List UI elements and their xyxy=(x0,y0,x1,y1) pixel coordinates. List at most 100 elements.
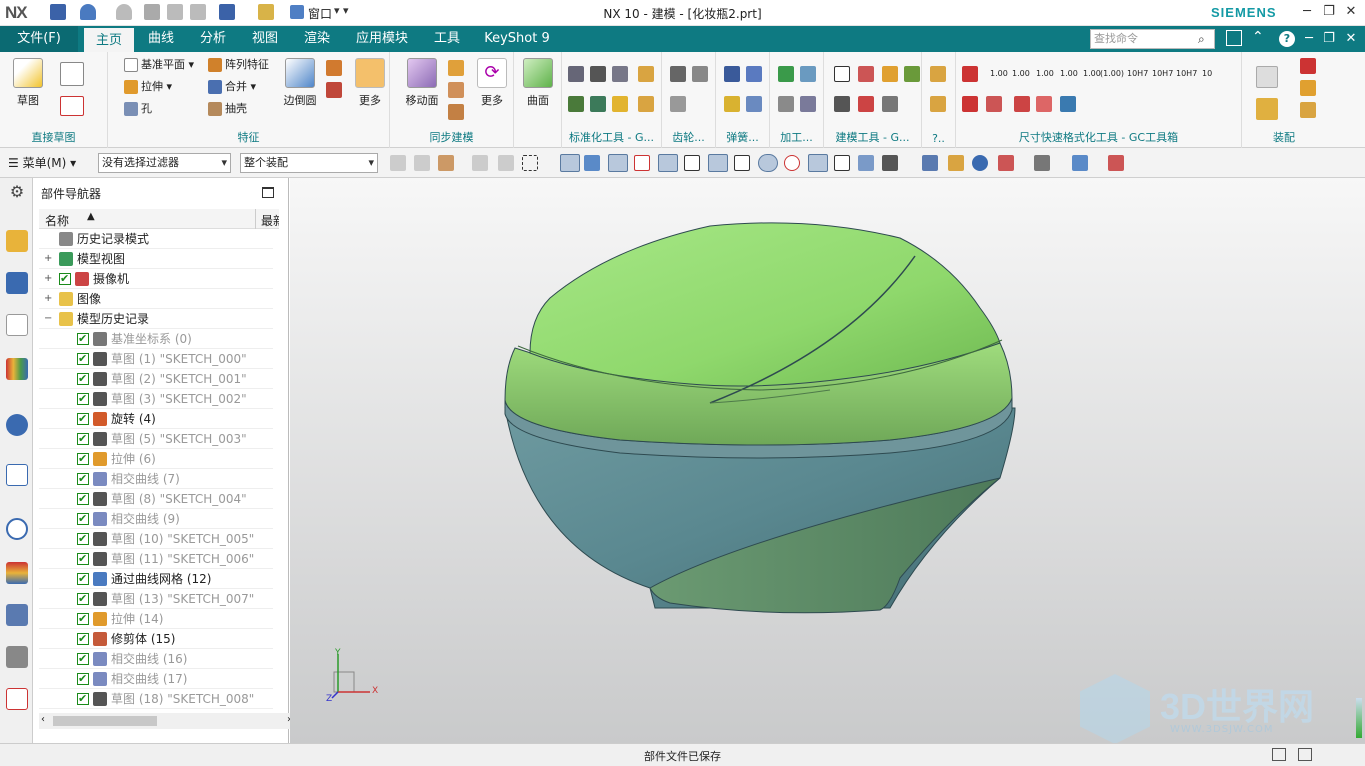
tree-row[interactable]: 修剪体 (15) xyxy=(39,629,273,649)
tree-row[interactable]: 通过曲线网格 (12) xyxy=(39,569,273,589)
snap-bounded-icon[interactable] xyxy=(882,155,898,171)
model-tool-2-icon[interactable] xyxy=(858,66,874,82)
visibility-checkbox[interactable] xyxy=(77,409,89,429)
visibility-checkbox[interactable] xyxy=(77,349,89,369)
tab-view[interactable]: 视图 xyxy=(244,26,286,52)
status-view-icon[interactable] xyxy=(1272,748,1286,761)
misc-tool-2-icon[interactable] xyxy=(930,96,946,112)
edge-blend-button[interactable]: 边倒圆 xyxy=(278,58,322,108)
std-tool-4-icon[interactable] xyxy=(638,66,654,82)
tab-application[interactable]: 应用模块 xyxy=(350,26,414,52)
extrude-button[interactable]: 拉伸 ▾ xyxy=(124,78,172,96)
dim-value-2[interactable]: 1.00 xyxy=(1012,65,1030,83)
chamfer-icon[interactable] xyxy=(326,60,342,76)
restore-button[interactable]: ❐ xyxy=(1318,3,1340,21)
process-studio-icon[interactable] xyxy=(6,604,28,626)
doc-minimize-button[interactable]: ─ xyxy=(1298,30,1320,48)
expand-toggle-icon[interactable]: + xyxy=(44,249,52,269)
datum-plane-button[interactable]: 基准平面 ▾ xyxy=(124,56,194,74)
tab-curve[interactable]: 曲线 xyxy=(140,26,182,52)
dim-value-6[interactable]: (1.00) xyxy=(1100,65,1124,83)
std-tool-1-icon[interactable] xyxy=(568,66,584,82)
spring-tool-4-icon[interactable] xyxy=(746,96,762,112)
mach-tool-3-icon[interactable] xyxy=(778,96,794,112)
tab-home[interactable]: 主页 xyxy=(84,26,134,52)
tree-row[interactable]: 相交曲线 (9) xyxy=(39,509,273,529)
tree-row[interactable]: 相交曲线 (7) xyxy=(39,469,273,489)
visibility-checkbox[interactable] xyxy=(59,269,71,289)
snap-point-icon[interactable] xyxy=(608,154,628,172)
dim-value-5[interactable]: 1.00 xyxy=(1083,65,1101,83)
snap-on-face-icon[interactable] xyxy=(858,155,874,171)
main-menu-button[interactable]: ☰ 菜单(M) ▾ xyxy=(8,154,76,171)
visibility-checkbox[interactable] xyxy=(77,429,89,449)
status-fullscreen-icon[interactable] xyxy=(1298,748,1312,761)
tree-row[interactable]: 拉伸 (14) xyxy=(39,609,273,629)
misc-tool-1-icon[interactable] xyxy=(930,66,946,82)
file-menu-tab[interactable]: 文件(F) xyxy=(0,26,78,52)
visibility-checkbox[interactable] xyxy=(77,449,89,469)
tree-row[interactable]: 基准坐标系 (0) xyxy=(39,329,273,349)
tree-row[interactable]: 相交曲线 (17) xyxy=(39,669,273,689)
visual-palette-icon[interactable] xyxy=(6,562,28,584)
spring-tool-3-icon[interactable] xyxy=(724,96,740,112)
snap-curve-icon[interactable] xyxy=(684,155,700,171)
expand-toggle-icon[interactable]: + xyxy=(44,289,52,309)
dim-value-1[interactable]: 1.00 xyxy=(990,65,1008,83)
sort-ascending-icon[interactable]: ▲ xyxy=(87,211,95,222)
column-latest[interactable]: 最新 xyxy=(261,212,279,229)
view-cube-icon[interactable] xyxy=(1072,155,1088,171)
manufacturing-wizard-icon[interactable] xyxy=(6,646,28,668)
reuse-library-icon[interactable] xyxy=(6,358,28,380)
select-tool-1-icon[interactable] xyxy=(390,155,406,171)
assembly-navigator-icon[interactable] xyxy=(6,230,28,252)
shell-button[interactable]: 抽壳 xyxy=(208,100,247,118)
assembly-tool-2-icon[interactable] xyxy=(1300,58,1316,74)
visibility-checkbox[interactable] xyxy=(77,369,89,389)
constraint-navigator-icon[interactable] xyxy=(6,272,28,294)
visibility-checkbox[interactable] xyxy=(77,469,89,489)
dim-value-9[interactable]: 10H7 xyxy=(1176,65,1197,83)
history-icon[interactable] xyxy=(6,518,28,540)
assembly-tool-5-icon[interactable] xyxy=(1300,102,1316,118)
tree-row[interactable]: 旋转 (4) xyxy=(39,409,273,429)
column-name[interactable]: 名称 xyxy=(45,212,69,229)
assembly-tool-4-icon[interactable] xyxy=(1256,98,1278,120)
offset-region-icon[interactable] xyxy=(448,60,464,76)
snap-existing-point-icon[interactable] xyxy=(808,154,828,172)
select-tool-3-icon[interactable] xyxy=(438,155,454,171)
tree-row[interactable]: − 模型历史记录 xyxy=(39,309,273,329)
draft-icon[interactable] xyxy=(326,82,342,98)
tree-row[interactable]: 草图 (3) "SKETCH_002" xyxy=(39,389,273,409)
window-style-icon[interactable] xyxy=(1226,30,1242,46)
snap-intersect-icon[interactable] xyxy=(734,155,750,171)
mach-tool-2-icon[interactable] xyxy=(800,66,816,82)
minimize-button[interactable]: ─ xyxy=(1296,3,1318,21)
filter-solid-icon[interactable] xyxy=(560,154,580,172)
navigator-horizontal-scrollbar[interactable]: ‹ › xyxy=(39,713,295,729)
tree-row[interactable]: + 模型视图 xyxy=(39,249,273,269)
unite-button[interactable]: 合并 ▾ xyxy=(208,78,256,96)
tree-row[interactable]: + 摄像机 xyxy=(39,269,273,289)
command-search-input[interactable]: 查找命令 xyxy=(1090,29,1215,49)
tree-row[interactable]: 拉伸 (6) xyxy=(39,449,273,469)
dim-value-3[interactable]: 1.00 xyxy=(1036,65,1054,83)
tree-row[interactable]: 草图 (1) "SKETCH_000" xyxy=(39,349,273,369)
visibility-checkbox[interactable] xyxy=(77,489,89,509)
sync-more-button[interactable]: ⟳ 更多 xyxy=(470,58,514,108)
expand-toggle-icon[interactable]: + xyxy=(44,269,52,289)
delete-face-icon[interactable] xyxy=(448,104,464,120)
selection-scope-dropdown[interactable]: 整个装配 xyxy=(240,153,378,173)
std-tool-3-icon[interactable] xyxy=(612,66,628,82)
visibility-checkbox[interactable] xyxy=(77,529,89,549)
std-tool-8-icon[interactable] xyxy=(638,96,654,112)
dim-tool-2-icon[interactable] xyxy=(986,96,1002,112)
column-divider[interactable] xyxy=(255,209,256,229)
web-browser-icon[interactable] xyxy=(6,464,28,486)
mach-tool-4-icon[interactable] xyxy=(800,96,816,112)
replace-face-icon[interactable] xyxy=(448,82,464,98)
tab-analysis[interactable]: 分析 xyxy=(192,26,234,52)
model-tool-7-icon[interactable] xyxy=(882,96,898,112)
assembly-tool-1-icon[interactable] xyxy=(1256,66,1278,88)
dim-tool-4-icon[interactable] xyxy=(1036,96,1052,112)
